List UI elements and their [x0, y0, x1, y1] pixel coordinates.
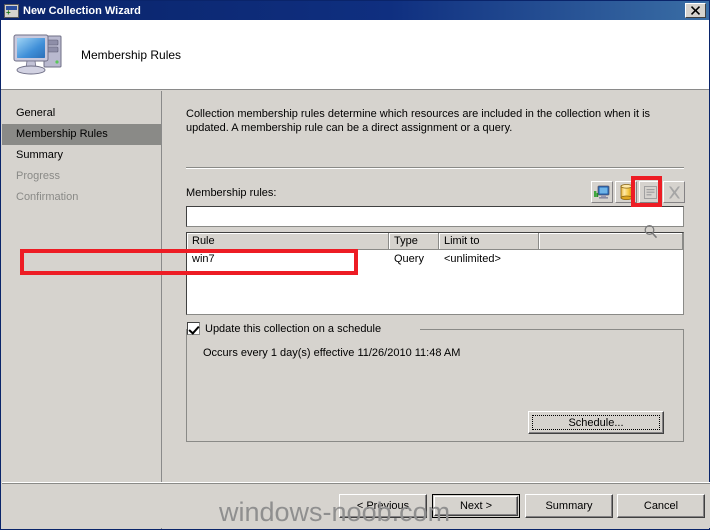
- window-title: New Collection Wizard: [23, 4, 141, 17]
- wizard-content: Collection membership rules determine wh…: [163, 91, 709, 529]
- delete-icon: [668, 186, 680, 198]
- schedule-button-label: Schedule...: [568, 416, 624, 429]
- list-header-row: Rule Type Limit to: [187, 233, 683, 250]
- wizard-steps-sidebar: General Membership Rules Summary Progres…: [2, 91, 162, 529]
- schedule-button[interactable]: Schedule...: [528, 411, 664, 434]
- summary-button[interactable]: Summary: [525, 494, 613, 518]
- sidebar-item-general[interactable]: General: [2, 103, 161, 124]
- query-rule-icon: [620, 184, 632, 200]
- summary-button-label: Summary: [545, 500, 593, 512]
- column-header-rule[interactable]: Rule: [187, 233, 389, 249]
- properties-icon: [643, 185, 657, 199]
- group-border-right: [420, 329, 683, 330]
- divider: [186, 167, 684, 169]
- close-icon: [691, 6, 700, 15]
- cell-rule: win7: [192, 252, 215, 265]
- search-input[interactable]: [190, 208, 680, 225]
- footer-divider: [2, 483, 710, 484]
- delete-button: [663, 181, 685, 203]
- close-button[interactable]: [685, 3, 706, 18]
- membership-rules-label: Membership rules:: [186, 187, 276, 199]
- table-row[interactable]: win7 Query <unlimited>: [187, 250, 683, 267]
- computer-icon: [11, 30, 69, 80]
- direct-membership-rule-button[interactable]: [591, 181, 613, 203]
- properties-button: [639, 181, 661, 203]
- wizard-window: New Collection Wizard: [0, 0, 710, 530]
- next-button-label: Next >: [459, 500, 493, 512]
- membership-rules-label-text: Membership rules:: [186, 187, 277, 199]
- sidebar-item-confirmation: Confirmation: [16, 191, 79, 203]
- cancel-button-label: Cancel: [643, 500, 679, 512]
- sidebar-item-progress: Progress: [16, 170, 61, 182]
- cell-type: Query: [394, 252, 424, 265]
- direct-membership-rule-icon: [594, 185, 610, 199]
- column-header-type[interactable]: Type: [389, 233, 439, 249]
- rules-filter-box[interactable]: [186, 206, 684, 227]
- cancel-button[interactable]: Cancel: [617, 494, 705, 518]
- title-bar: New Collection Wizard: [1, 1, 709, 20]
- checkbox-icon: [187, 322, 200, 335]
- query-rule-button[interactable]: [615, 181, 637, 203]
- wizard-header: Membership Rules: [1, 20, 709, 90]
- list-body: win7 Query <unlimited>: [187, 250, 683, 314]
- column-header-blank[interactable]: [539, 233, 683, 249]
- watermark: windows-noob.com: [219, 497, 451, 527]
- update-schedule-checkbox[interactable]: Update this collection on a schedule: [187, 322, 387, 335]
- rules-toolbar: [591, 181, 687, 203]
- wizard-window-icon: [4, 3, 19, 18]
- column-header-limit-to[interactable]: Limit to: [439, 233, 539, 249]
- sidebar-item-membership-rules[interactable]: Membership Rules: [2, 124, 161, 145]
- update-schedule-label: Update this collection on a schedule: [205, 322, 382, 335]
- schedule-occurrence-text: Occurs every 1 day(s) effective 11/26/20…: [203, 347, 461, 359]
- page-title: Membership Rules: [81, 47, 182, 62]
- cell-limit-to: <unlimited>: [444, 252, 501, 265]
- membership-rules-list[interactable]: Rule Type Limit to win7 Query <unlimited…: [186, 232, 684, 315]
- search-icon[interactable]: [643, 224, 659, 240]
- page-description: Collection membership rules determine wh…: [186, 108, 651, 134]
- sidebar-item-summary[interactable]: Summary: [2, 145, 161, 166]
